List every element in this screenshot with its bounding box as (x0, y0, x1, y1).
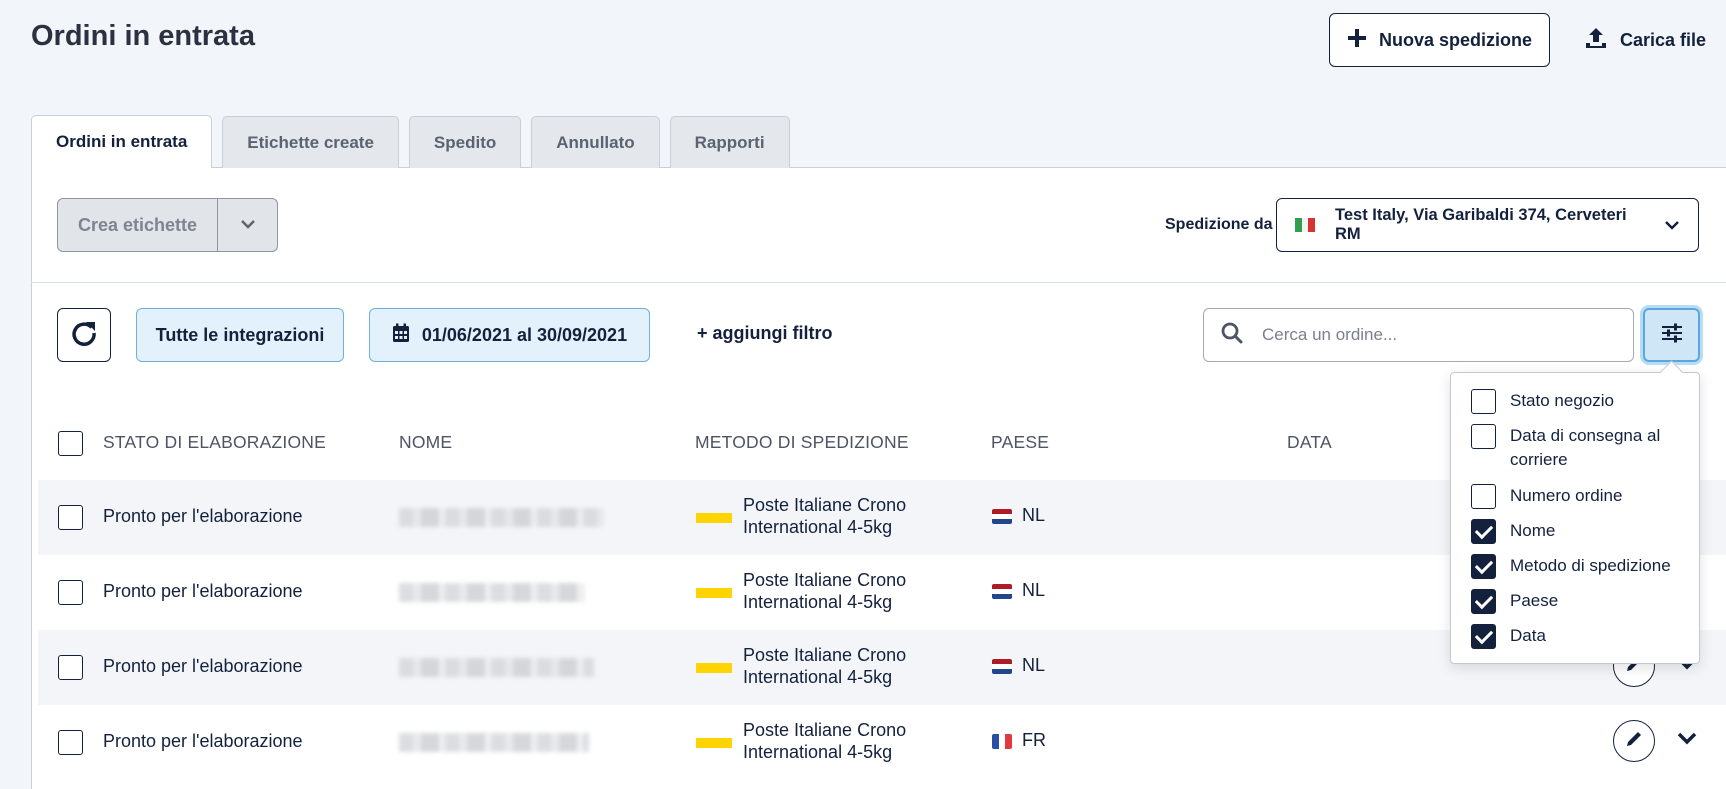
select-all-checkbox[interactable] (58, 431, 83, 456)
row-status: Pronto per l'elaborazione (103, 656, 303, 676)
tab-reports[interactable]: Rapporti (669, 116, 790, 168)
add-filter-link[interactable]: + aggiungi filtro (697, 323, 833, 344)
column-option-label: Data (1510, 626, 1546, 645)
column-header-method[interactable]: METODO DI SPEDIZIONE (695, 432, 909, 453)
expand-row-button[interactable] (1676, 731, 1698, 750)
row-checkbox[interactable] (58, 730, 83, 755)
tab-labels-created[interactable]: Etichette create (222, 116, 399, 168)
redacted-name (399, 583, 584, 602)
poste-italiane-logo (696, 663, 732, 673)
chevron-down-icon (240, 216, 256, 234)
row-checkbox[interactable] (58, 655, 83, 680)
refresh-icon (70, 319, 98, 352)
chevron-down-icon (1676, 732, 1698, 749)
column-option-courier-delivery-date[interactable]: Data di consegna al corriere (1471, 424, 1690, 472)
poste-italiane-logo (696, 588, 732, 598)
redacted-name (399, 508, 604, 527)
row-status: Pronto per l'elaborazione (103, 506, 303, 526)
sliders-icon (1661, 323, 1683, 348)
row-shipping-method: Poste Italiane Crono International 4-5kg (743, 495, 907, 537)
france-flag-icon (992, 734, 1012, 749)
column-option-order-number[interactable]: Numero ordine (1471, 484, 1690, 509)
row-country: FR (1022, 730, 1046, 750)
new-shipment-label: Nuova spedizione (1378, 29, 1533, 50)
column-option-shipping-method[interactable]: Metodo di spedizione (1471, 554, 1690, 579)
row-country: NL (1022, 580, 1046, 600)
tab-bar: Ordini in entrata Etichette create Spedi… (31, 115, 790, 168)
column-option-store-status[interactable]: Stato negozio (1471, 389, 1690, 414)
tab-incoming-orders[interactable]: Ordini in entrata (31, 115, 213, 168)
page-title: Ordini in entrata (31, 20, 255, 52)
column-option-label: Numero ordine (1510, 486, 1623, 505)
row-status: Pronto per l'elaborazione (103, 581, 303, 601)
integrations-filter[interactable]: Tutte le integrazioni (136, 308, 344, 362)
column-option-checkbox[interactable] (1471, 624, 1496, 649)
ship-from-select[interactable]: Test Italy, Via Garibaldi 374, Cerveteri… (1276, 198, 1699, 252)
column-option-checkbox[interactable] (1471, 554, 1496, 579)
redacted-name (399, 658, 594, 677)
search-icon (1220, 321, 1244, 350)
column-header-status[interactable]: STATO DI ELABORAZIONE (103, 432, 326, 453)
row-country: NL (1022, 505, 1046, 525)
row-shipping-method: Poste Italiane Crono International 4-5kg (743, 645, 907, 687)
column-option-country[interactable]: Paese (1471, 589, 1690, 614)
column-option-label: Stato negozio (1510, 391, 1614, 410)
column-option-label: Data di consegna al corriere (1510, 426, 1661, 469)
date-range-label: 01/06/2021 al 30/09/2021 (421, 324, 628, 345)
date-range-filter[interactable]: 01/06/2021 al 30/09/2021 (369, 308, 650, 362)
column-option-checkbox[interactable] (1471, 519, 1496, 544)
column-settings-button[interactable] (1643, 308, 1700, 362)
poste-italiane-logo (696, 513, 732, 523)
column-option-checkbox[interactable] (1471, 484, 1496, 509)
column-header-name[interactable]: NOME (399, 432, 452, 453)
column-option-checkbox[interactable] (1471, 589, 1496, 614)
italy-flag-icon (1295, 218, 1316, 232)
create-labels-split-button: Crea etichette (57, 198, 278, 252)
netherlands-flag-icon (992, 509, 1012, 524)
column-option-name[interactable]: Nome (1471, 519, 1690, 544)
integrations-filter-label: Tutte le integrazioni (155, 324, 325, 345)
upload-file-label: Carica file (1620, 29, 1707, 50)
calendar-icon (392, 323, 410, 348)
column-option-checkbox[interactable] (1471, 424, 1496, 449)
edit-order-button[interactable] (1613, 720, 1655, 762)
column-header-country[interactable]: PAESE (991, 432, 1049, 453)
search-input[interactable] (1262, 325, 1592, 345)
row-shipping-method: Poste Italiane Crono International 4-5kg (743, 570, 907, 612)
row-checkbox[interactable] (58, 580, 83, 605)
ship-from-label: Spedizione da (1165, 216, 1273, 233)
poste-italiane-logo (696, 738, 732, 748)
create-labels-button[interactable]: Crea etichette (58, 199, 218, 251)
column-option-checkbox[interactable] (1471, 389, 1496, 414)
row-shipping-method: Poste Italiane Crono International 4-5kg (743, 720, 907, 762)
toolbar-divider (31, 282, 1726, 283)
row-status: Pronto per l'elaborazione (103, 731, 303, 751)
column-option-date[interactable]: Data (1471, 624, 1690, 649)
new-shipment-button[interactable]: Nuova spedizione (1329, 13, 1550, 67)
upload-file-button[interactable]: Carica file (1584, 13, 1724, 67)
tab-shipped[interactable]: Spedito (408, 116, 522, 168)
create-labels-dropdown-toggle[interactable] (218, 199, 277, 251)
column-option-label: Metodo di spedizione (1510, 556, 1671, 575)
chevron-down-icon (1664, 216, 1680, 235)
order-search (1203, 308, 1634, 362)
row-checkbox[interactable] (58, 505, 83, 530)
plus-icon (1347, 28, 1367, 53)
upload-icon (1584, 26, 1608, 55)
column-option-label: Nome (1510, 521, 1556, 540)
redacted-name (399, 733, 589, 752)
ship-from-value: Test Italy, Via Garibaldi 374, Cerveteri… (1335, 206, 1627, 243)
tab-cancelled[interactable]: Annullato (531, 116, 660, 168)
netherlands-flag-icon (992, 659, 1012, 674)
pencil-icon (1624, 729, 1644, 754)
column-picker-menu: Stato negozio Data di consegna al corrie… (1450, 372, 1700, 664)
row-country: NL (1022, 655, 1046, 675)
table-row[interactable]: Pronto per l'elaborazione Poste Italiane… (38, 705, 1726, 780)
netherlands-flag-icon (992, 584, 1012, 599)
column-option-label: Paese (1510, 591, 1559, 610)
column-header-date[interactable]: DATA (1287, 432, 1332, 453)
refresh-button[interactable] (57, 308, 111, 362)
